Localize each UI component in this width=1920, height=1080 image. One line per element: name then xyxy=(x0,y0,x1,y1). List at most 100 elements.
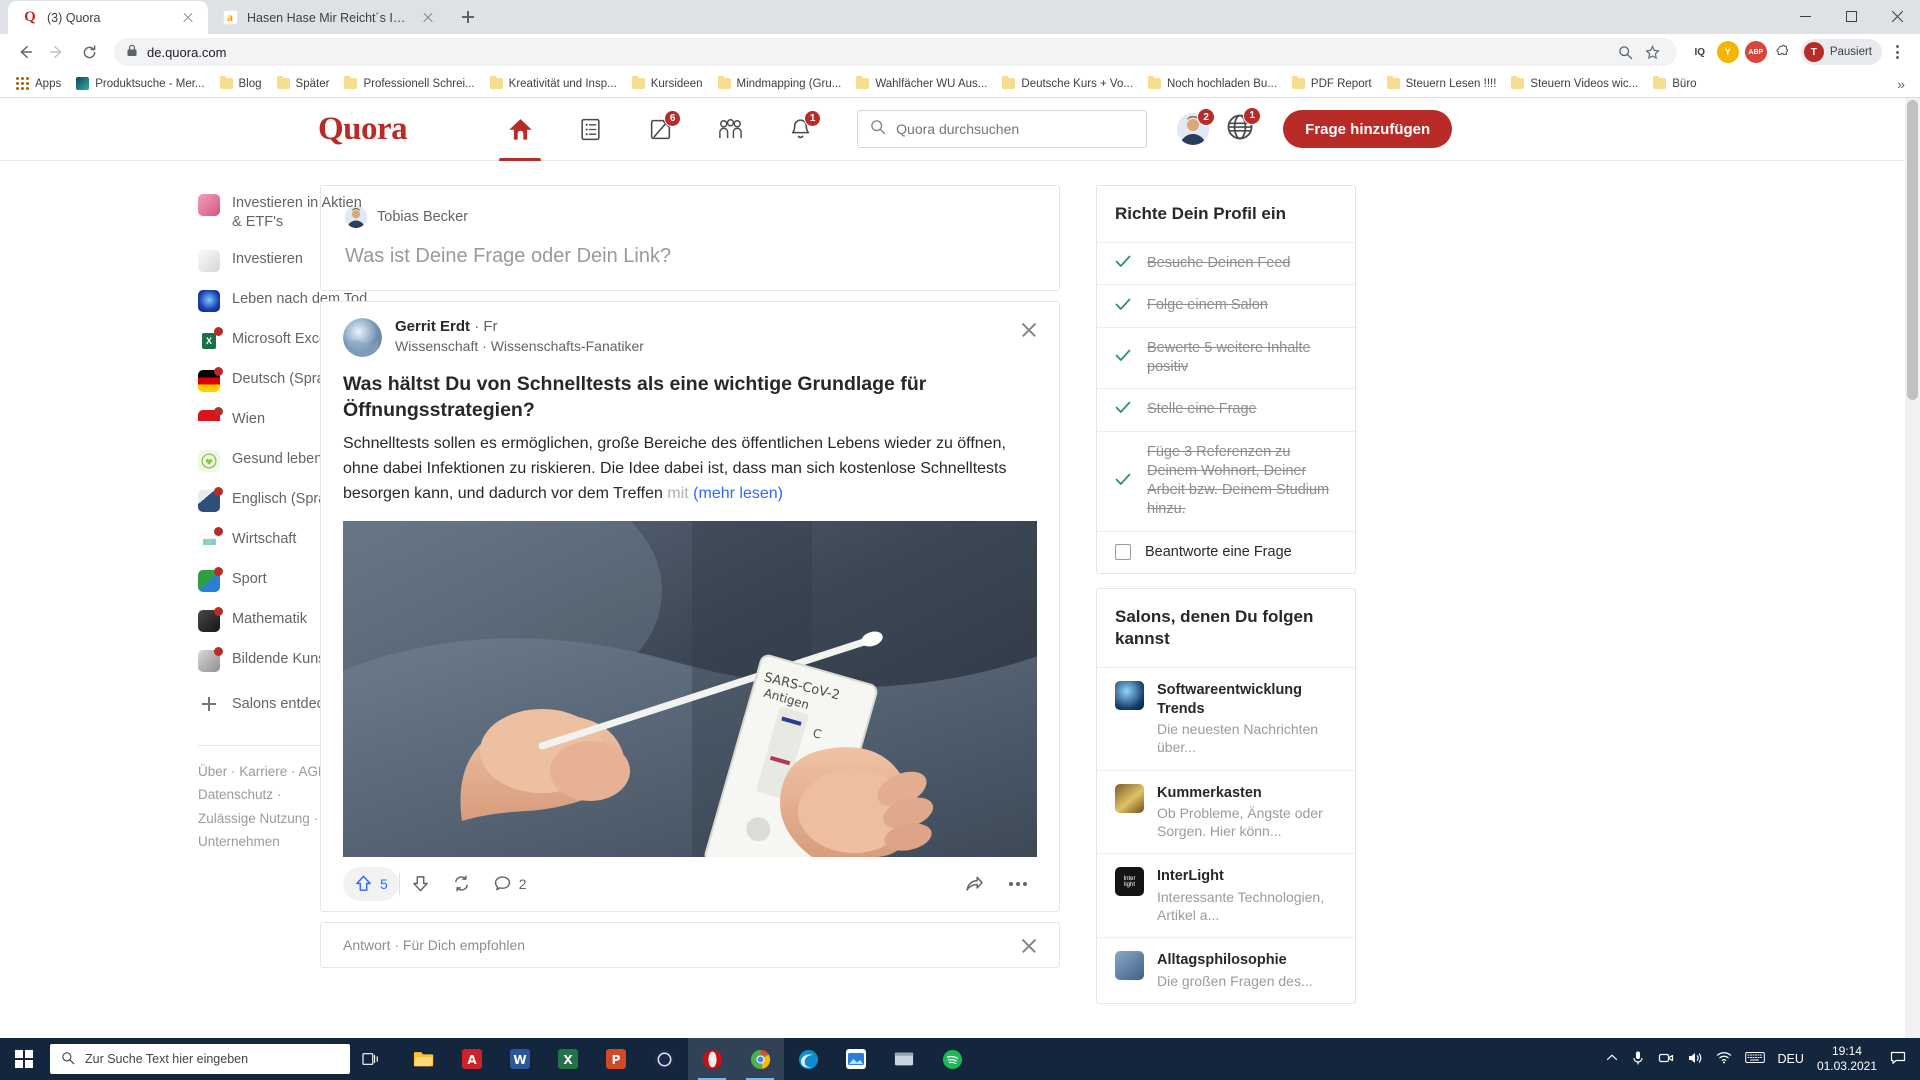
bookmark-spaeter[interactable]: Später xyxy=(270,75,337,93)
profile-task-upvote[interactable]: Bewerte 5 weitere Inhalte positiv xyxy=(1097,328,1355,390)
more-options-icon[interactable] xyxy=(999,881,1037,886)
page-scrollbar[interactable] xyxy=(1905,98,1920,1062)
volume-icon[interactable] xyxy=(1687,1051,1703,1068)
wifi-icon[interactable] xyxy=(1716,1051,1732,1067)
task-view-icon[interactable] xyxy=(350,1038,392,1080)
language-indicator[interactable]: DEU xyxy=(1778,1052,1804,1066)
windows-start-icon[interactable] xyxy=(0,1038,48,1080)
bookmark-apps[interactable]: Apps xyxy=(9,74,68,93)
bookmark-pdf-report[interactable]: PDF Report xyxy=(1285,75,1379,93)
avatar[interactable] xyxy=(343,318,382,357)
nav-write[interactable]: 6 xyxy=(625,98,695,161)
notification-icon[interactable] xyxy=(1890,1051,1906,1068)
taskbar-chrome[interactable] xyxy=(736,1038,784,1080)
nav-notifications[interactable]: 1 xyxy=(765,98,835,161)
language-button[interactable]: 1 xyxy=(1225,106,1262,147)
bookmark-professionell-schreiben[interactable]: Professionell Schrei... xyxy=(337,75,481,93)
bookmark-wahlfaecher[interactable]: Wahlfächer WU Aus... xyxy=(849,75,994,93)
bookmark-deutsche-kurs[interactable]: Deutsche Kurs + Vo... xyxy=(995,75,1140,93)
close-icon[interactable] xyxy=(1019,936,1039,956)
address-bar[interactable]: de.quora.com xyxy=(114,38,1677,66)
bookmark-steuern-videos[interactable]: Steuern Videos wic... xyxy=(1504,75,1645,93)
ask-card-prompt[interactable]: Was ist Deine Frage oder Dein Link? xyxy=(345,245,1035,268)
post-title[interactable]: Was hältst Du von Schnelltests als eine … xyxy=(343,371,1037,423)
close-icon[interactable] xyxy=(420,10,436,26)
repost-button[interactable] xyxy=(441,867,482,901)
quora-logo[interactable]: Quora xyxy=(318,111,408,148)
new-tab-button[interactable] xyxy=(454,3,482,31)
add-question-button[interactable]: Frage hinzufügen xyxy=(1283,110,1453,148)
nav-answers[interactable] xyxy=(555,98,625,161)
sidebar-item-investieren-aktien[interactable]: Investieren in Aktien & ETF's xyxy=(198,185,373,241)
taskbar-firefox[interactable] xyxy=(640,1038,688,1080)
camera-icon[interactable] xyxy=(1658,1051,1674,1068)
taskbar-spotify[interactable] xyxy=(928,1038,976,1080)
zoom-icon[interactable] xyxy=(1614,40,1638,64)
star-icon[interactable] xyxy=(1641,40,1665,64)
checkbox-icon[interactable] xyxy=(1115,544,1131,561)
browser-profile-chip[interactable]: T Pausiert xyxy=(1800,39,1882,65)
maximize-button[interactable] xyxy=(1828,0,1874,32)
profile-task-feed[interactable]: Besuche Deinen Feed xyxy=(1097,243,1355,286)
scrollbar-thumb[interactable] xyxy=(1907,100,1918,400)
iq-extension-icon[interactable]: IQ xyxy=(1688,41,1711,63)
close-button[interactable] xyxy=(1874,0,1920,32)
browser-menu-button[interactable] xyxy=(1884,37,1910,67)
tab-amazon[interactable]: a Hasen Hase Mir Reicht´s Ich Geh xyxy=(208,1,448,34)
profile-task-ask-question[interactable]: Stelle eine Frage xyxy=(1097,389,1355,432)
close-icon[interactable] xyxy=(1019,320,1039,340)
profile-task-answer-question[interactable]: Beantworte eine Frage xyxy=(1097,532,1355,573)
salon-item-softwareentwicklung[interactable]: Softwareentwicklung Trends Die neuesten … xyxy=(1097,668,1355,771)
bookmark-blog[interactable]: Blog xyxy=(213,75,269,93)
clock[interactable]: 19:14 01.03.2021 xyxy=(1817,1044,1877,1075)
nav-spaces[interactable] xyxy=(695,98,765,161)
reload-icon[interactable] xyxy=(74,37,104,67)
taskbar-photos[interactable] xyxy=(832,1038,880,1080)
forward-arrow-icon[interactable] xyxy=(42,37,72,67)
profile-task-follow-salon[interactable]: Folge einem Salon xyxy=(1097,285,1355,328)
taskbar-opera[interactable] xyxy=(688,1038,736,1080)
microphone-icon[interactable] xyxy=(1631,1050,1645,1069)
post-author[interactable]: Gerrit Erdt · Fr xyxy=(395,318,644,335)
taskbar-excel[interactable]: X xyxy=(544,1038,592,1080)
back-arrow-icon[interactable] xyxy=(10,37,40,67)
more-read-link[interactable]: (mehr lesen) xyxy=(693,485,783,502)
taskbar-adobe-acrobat[interactable]: A xyxy=(448,1038,496,1080)
bookmark-steuern-lesen[interactable]: Steuern Lesen !!!! xyxy=(1380,75,1504,93)
bookmark-kursideen[interactable]: Kursideen xyxy=(625,75,710,93)
keyboard-icon[interactable] xyxy=(1744,1051,1765,1067)
bookmark-kreativitaet[interactable]: Kreativität und Insp... xyxy=(483,75,624,93)
quora-search-box[interactable] xyxy=(857,110,1148,148)
comment-button[interactable]: 2 xyxy=(482,867,538,901)
taskbar-edge[interactable] xyxy=(784,1038,832,1080)
bookmark-mindmapping[interactable]: Mindmapping (Gru... xyxy=(711,75,849,93)
salon-item-kummerkasten[interactable]: Kummerkasten Ob Probleme, Ängste oder So… xyxy=(1097,771,1355,855)
downvote-button[interactable] xyxy=(400,867,441,901)
taskbar-explorer-window[interactable] xyxy=(880,1038,928,1080)
tab-quora[interactable]: Q (3) Quora xyxy=(8,1,208,34)
ask-question-card[interactable]: Tobias Becker Was ist Deine Frage oder D… xyxy=(320,185,1060,291)
user-avatar-button[interactable]: 2 xyxy=(1177,108,1216,145)
taskbar-powerpoint[interactable]: P xyxy=(592,1038,640,1080)
bookmark-noch-hochladen[interactable]: Noch hochladen Bu... xyxy=(1141,75,1284,93)
close-icon[interactable] xyxy=(180,10,196,26)
abp-extension-icon[interactable]: ABP xyxy=(1744,41,1767,63)
salon-item-alltagsphilosophie[interactable]: Alltagsphilosophie Die großen Fragen des… xyxy=(1097,938,1355,1003)
share-button[interactable] xyxy=(953,867,995,901)
post-image[interactable]: SARS-CoV-2 Antigen C T xyxy=(343,520,1037,857)
taskbar-file-explorer[interactable] xyxy=(400,1038,448,1080)
search-input[interactable] xyxy=(896,121,1135,137)
bookmarks-overflow-button[interactable]: » xyxy=(1897,76,1911,92)
post-space[interactable]: Wissenschaft · Wissenschafts-Fanatiker xyxy=(395,338,644,354)
bookmark-buero[interactable]: Büro xyxy=(1646,75,1703,93)
puzzle-extension-icon[interactable] xyxy=(1771,40,1795,64)
yellow-extension-icon[interactable]: Y xyxy=(1716,41,1739,63)
profile-task-credentials[interactable]: Füge 3 Referenzen zu Deinem Wohnort, Dei… xyxy=(1097,432,1355,532)
taskbar-word[interactable]: W xyxy=(496,1038,544,1080)
chevron-up-icon[interactable] xyxy=(1606,1052,1618,1066)
nav-home[interactable] xyxy=(485,98,555,161)
bookmark-produktsuche[interactable]: Produktsuche - Mer... xyxy=(69,74,211,93)
taskbar-search-box[interactable]: Zur Suche Text hier eingeben xyxy=(50,1044,350,1074)
minimize-button[interactable] xyxy=(1782,0,1828,32)
sidebar-item-investieren[interactable]: Investieren xyxy=(198,241,373,281)
